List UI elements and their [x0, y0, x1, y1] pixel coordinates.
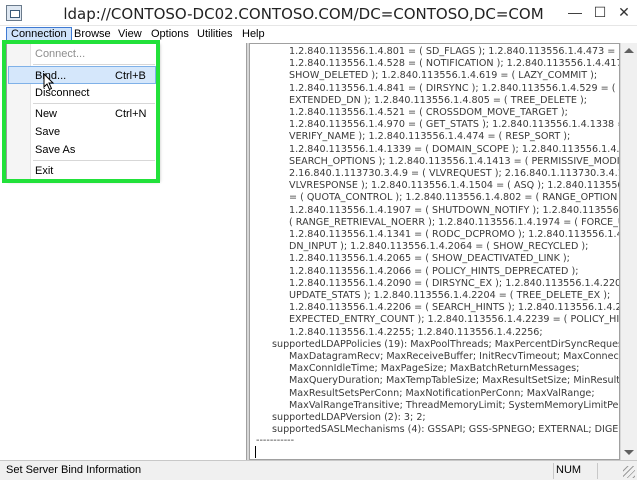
output-line: SHOW_DELETED ); 1.2.840.113556.1.4.619 =… [289, 70, 598, 82]
minimize-button[interactable]: — [563, 3, 587, 23]
menu-separator [33, 103, 155, 104]
status-bar: Set Server Bind Information NUM [0, 460, 637, 480]
menu-item-label: Save [35, 126, 61, 138]
menu-item-save[interactable]: Save [8, 123, 156, 141]
output-line: 1.2.840.113556.1.4.528 = ( NOTIFICATION … [289, 58, 620, 70]
menu-view[interactable]: View [114, 27, 146, 42]
output-line: 1.2.840.113556.1.4.2065 = ( SHOW_DEACTIV… [289, 253, 570, 265]
output-line: 1.2.840.113556.1.4.2255; 1.2.840.113556.… [289, 326, 543, 338]
output-line: 1.2.840.113556.1.4.521 = ( CROSSDOM_MOVE… [289, 107, 568, 118]
output-divider: ----------- [256, 435, 295, 446]
connection-dropdown-menu: Connect... Bind... Ctrl+B Disconnect New… [6, 42, 158, 180]
menu-item-disconnect[interactable]: Disconnect [8, 84, 156, 102]
output-line: UPDATE_STATS ); 1.2.840.113556.1.4.2204 … [289, 290, 611, 301]
output-line: VERIFY_NAME ); 1.2.840.113556.1.4.474 = … [289, 131, 571, 143]
output-line: = ( QUOTA_CONTROL ); 1.2.840.113556.1.4.… [289, 192, 620, 204]
output-line: 1.2.840.113556.1.4.1339 = ( DOMAIN_SCOPE… [289, 143, 620, 155]
menu-connection[interactable]: Connection [6, 27, 72, 42]
mouse-pointer-icon [43, 73, 55, 91]
resize-grip-icon[interactable] [623, 466, 635, 478]
status-separator [553, 463, 554, 479]
scroll-up-arrow-icon[interactable] [624, 48, 634, 53]
output-line: supportedLDAPPolicies (19): MaxPoolThrea… [272, 338, 620, 350]
menu-item-new[interactable]: New Ctrl+N [8, 105, 156, 123]
output-line: EXTENDED_DN ); 1.2.840.113556.1.4.805 = … [289, 94, 587, 106]
output-line: EXPECTED_ENTRY_COUNT ); 1.2.840.113556.1… [289, 314, 620, 326]
menu-help[interactable]: Help [238, 27, 269, 42]
output-line: DN_INPUT ); 1.2.840.113556.1.4.2064 = ( … [289, 241, 589, 253]
menu-options[interactable]: Options [147, 27, 193, 42]
output-line: SEARCH_OPTIONS ); 1.2.840.113556.1.4.141… [289, 155, 620, 167]
maximize-button[interactable]: ☐ [588, 3, 612, 23]
menu-item-save-as[interactable]: Save As [8, 141, 156, 159]
output-pane[interactable]: 1.2.840.113556.1.4.801 = ( SD_FLAGS ); 1… [249, 43, 620, 460]
window-title: ldap://CONTOSO-DC02.CONTOSO.COM/DC=CONTO… [63, 5, 544, 23]
output-line: 1.2.840.113556.1.4.970 = ( GET_STATS ); … [289, 119, 620, 131]
menu-item-bind[interactable]: Bind... Ctrl+B [8, 66, 156, 84]
status-separator [597, 463, 598, 479]
output-line: 1.2.840.113556.1.4.2090 = ( DIRSYNC_EX )… [289, 277, 620, 289]
output-line: 1.2.840.113556.1.4.2066 = ( POLICY_HINTS… [289, 265, 579, 277]
output-line: MaxDatagramRecv; MaxReceiveBuffer; InitR… [289, 351, 620, 362]
output-line: 1.2.840.113556.1.4.841 = ( DIRSYNC ); 1.… [289, 82, 616, 94]
text-caret [255, 446, 256, 458]
menu-item-shortcut: Ctrl+B [115, 70, 146, 82]
menu-item-label: Save As [35, 144, 76, 156]
menu-browse[interactable]: Browse [70, 27, 115, 42]
output-line: 2.16.840.1.113730.3.4.9 = ( VLVREQUEST )… [289, 168, 620, 179]
scroll-down-arrow-icon[interactable] [624, 450, 634, 455]
output-line: VLVRESPONSE ); 1.2.840.113556.1.4.1504 =… [289, 180, 619, 192]
output-line: MaxQueryDuration; MaxTempTableSize; MaxR… [289, 375, 620, 387]
num-lock-indicator: NUM [556, 464, 582, 476]
menu-item-shortcut: Ctrl+N [115, 108, 147, 120]
close-button[interactable]: ✕ [612, 3, 636, 23]
output-line: MaxConnIdleTime; MaxPageSize; MaxBatchRe… [289, 363, 580, 375]
output-line: 1.2.840.113556.1.4.2206 = ( SEARCH_HINTS… [289, 302, 619, 314]
output-line: ( RANGE_RETRIEVAL_NOERR ); 1.2.840.11355… [289, 216, 619, 228]
status-text: Set Server Bind Information [6, 464, 142, 476]
menu-separator [33, 160, 155, 161]
menu-item-label: New [35, 108, 58, 120]
output-line: 1.2.840.113556.1.4.1341 = ( RODC_DCPROMO… [289, 229, 619, 240]
menu-item-connect[interactable]: Connect... [8, 45, 156, 63]
title-bar: ldap://CONTOSO-DC02.CONTOSO.COM/DC=CONTO… [0, 0, 637, 26]
output-line: supportedSASLMechanisms (4): GSSAPI; GSS… [272, 424, 620, 436]
vertical-scrollbar[interactable] [620, 43, 637, 460]
menu-item-exit[interactable]: Exit [8, 162, 156, 180]
output-line: 1.2.840.113556.1.4.801 = ( SD_FLAGS ); 1… [289, 46, 619, 57]
output-line: supportedLDAPVersion (2): 3; 2; [272, 412, 426, 423]
menu-item-label: Connect... [35, 48, 86, 60]
menu-utilities[interactable]: Utilities [193, 27, 236, 42]
menu-separator [33, 64, 155, 65]
output-line: MaxValRangeTransitive; ThreadMemoryLimit… [289, 399, 620, 411]
output-line: MaxResultSetsPerConn; MaxNotificationPer… [289, 387, 595, 399]
output-line: 1.2.840.113556.1.4.1907 = ( SHUTDOWN_NOT… [289, 204, 619, 216]
ldp-app-icon [6, 5, 22, 21]
menu-item-label: Exit [35, 165, 54, 177]
menu-bar: Connection Browse View Options Utilities… [0, 26, 637, 43]
